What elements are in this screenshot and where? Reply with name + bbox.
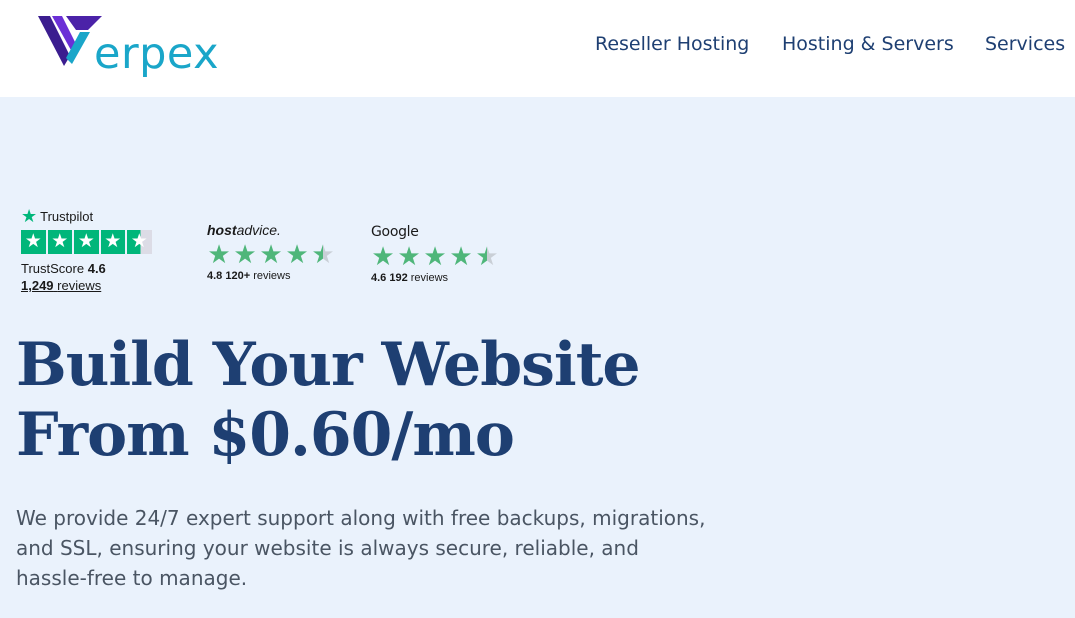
nav-services[interactable]: Services xyxy=(985,0,1065,88)
trustpilot-reviews-label: reviews xyxy=(57,278,102,293)
nav-link-services[interactable]: Services xyxy=(985,33,1065,55)
nav-link-hosting-servers[interactable]: Hosting & Servers xyxy=(782,33,954,55)
star-icon: ★ xyxy=(423,241,447,271)
google-stars: ★ ★ ★ ★ ★ xyxy=(371,243,499,269)
star-icon: ★ xyxy=(233,239,257,269)
nav-link-reseller-hosting[interactable]: Reseller Hosting xyxy=(595,33,749,55)
hostadvice-brand-rest: advice. xyxy=(236,222,281,238)
trustpilot-reviews-link[interactable]: 1,249 reviews xyxy=(21,278,152,293)
hero-headline: Build Your Website From $0.60/mo xyxy=(16,330,641,470)
trustpilot-stars: ★ ★ ★ ★ ★ xyxy=(21,230,152,254)
star-icon: ★ xyxy=(285,239,309,269)
star-icon: ★ xyxy=(207,239,231,269)
logo-wordmark: erpex xyxy=(94,29,220,79)
nav-hosting-servers[interactable]: Hosting & Servers xyxy=(782,0,954,88)
star-icon: ★ xyxy=(259,239,283,269)
half-star-icon: ★ xyxy=(311,239,335,269)
hostadvice-brand-bold: host xyxy=(207,222,237,238)
site-header: erpex Reseller Hosting Hosting & Servers… xyxy=(0,0,1075,97)
verpex-logo[interactable]: erpex xyxy=(36,12,246,79)
google-score-text: 4.6 192 xyxy=(371,272,408,284)
trustpilot-star-icon: ★ xyxy=(100,230,125,254)
hostadvice-stars: ★ ★ ★ ★ ★ xyxy=(207,241,335,267)
half-star-icon: ★ xyxy=(475,241,499,271)
hero-headline-line1: Build Your Website xyxy=(16,330,641,400)
trustpilot-widget[interactable]: ★ Trustpilot ★ ★ ★ ★ ★ TrustScore 4.6 1,… xyxy=(21,206,152,293)
hostadvice-reviews-label: reviews xyxy=(253,270,291,282)
star-icon: ★ xyxy=(371,241,395,271)
trustpilot-brand: ★ Trustpilot xyxy=(21,206,152,226)
trustpilot-brand-name: Trustpilot xyxy=(40,208,94,224)
trustpilot-star-icon: ★ xyxy=(47,230,72,254)
trustpilot-reviews-count: 1,249 xyxy=(21,278,54,293)
trustscore: TrustScore 4.6 xyxy=(21,261,152,276)
trustpilot-star-icon: ★ xyxy=(21,206,38,226)
hostadvice-score-text: 4.8 120+ xyxy=(207,270,251,282)
google-score: 4.6 192 reviews xyxy=(371,272,499,284)
google-brand: Google xyxy=(371,224,419,240)
trustscore-value: 4.6 xyxy=(87,261,106,276)
hostadvice-brand: hostadvice. xyxy=(207,222,335,238)
hostadvice-score: 4.8 120+ reviews xyxy=(207,270,335,282)
star-icon: ★ xyxy=(449,241,473,271)
trustpilot-star-icon: ★ xyxy=(21,230,46,254)
trustpilot-star-icon: ★ xyxy=(74,230,99,254)
hostadvice-widget[interactable]: hostadvice. ★ ★ ★ ★ ★ 4.8 120+ reviews xyxy=(207,222,335,282)
google-widget[interactable]: Google ★ ★ ★ ★ ★ 4.6 192 reviews xyxy=(371,224,499,284)
hero-headline-line2: From $0.60/mo xyxy=(16,400,515,470)
star-icon: ★ xyxy=(397,241,421,271)
nav-reseller-hosting[interactable]: Reseller Hosting xyxy=(595,0,749,88)
trustscore-label: TrustScore xyxy=(21,261,85,276)
hero-description: We provide 24/7 expert support along wit… xyxy=(16,506,706,590)
trustpilot-half-star-icon: ★ xyxy=(127,230,152,254)
google-reviews-label: reviews xyxy=(410,272,449,284)
